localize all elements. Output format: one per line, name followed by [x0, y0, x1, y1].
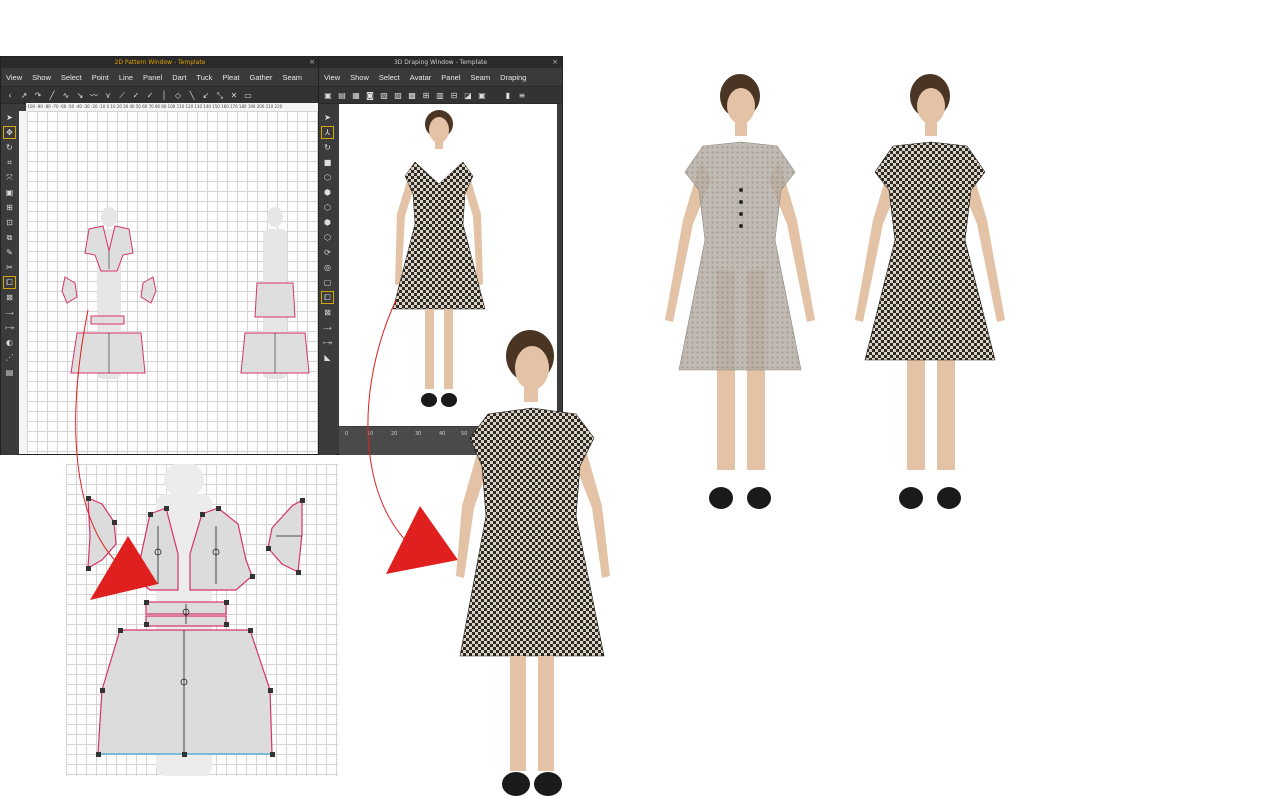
- lace-dress-avatar: [665, 74, 815, 509]
- arrow-pattern-to-detail: [75, 309, 131, 575]
- houndstooth-dress-avatar: [855, 74, 1005, 509]
- large-avatar-render: [456, 330, 610, 796]
- red-curved-arrows: [75, 299, 458, 600]
- arrow-head-left: [90, 536, 158, 600]
